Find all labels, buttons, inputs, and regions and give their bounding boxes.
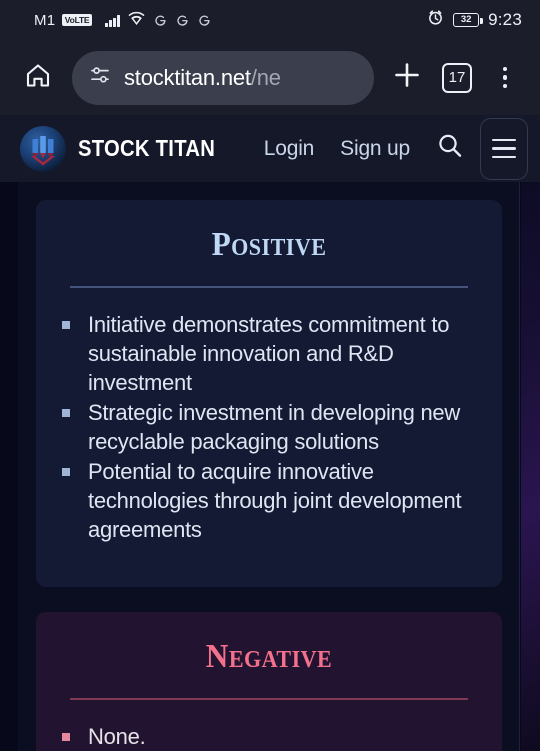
- address-bar[interactable]: stocktitan.net/ne: [72, 50, 374, 105]
- browser-menu-button[interactable]: [484, 54, 526, 102]
- page-edge-gradient: [521, 182, 540, 751]
- system-status-bar: M1 VoLTE 32 9:23: [0, 0, 540, 40]
- signup-link[interactable]: Sign up: [340, 137, 410, 161]
- status-bar-right: 32 9:23: [427, 9, 522, 31]
- brand-name: STOCK TITAN: [78, 135, 216, 161]
- signal-bars-icon: [104, 14, 120, 27]
- plus-icon: [391, 59, 423, 96]
- clock-label: 9:23: [488, 10, 522, 29]
- site-logo[interactable]: STOCK TITAN: [20, 125, 234, 172]
- site-settings-icon[interactable]: [88, 63, 112, 92]
- positive-bullet-list: Initiative demonstrates commitment to su…: [62, 310, 476, 544]
- search-icon: [434, 130, 466, 167]
- browser-toolbar: stocktitan.net/ne 17: [0, 40, 540, 115]
- url-path: /ne: [250, 64, 281, 90]
- url-text: stocktitan.net/ne: [124, 65, 281, 91]
- alarm-clock-icon: [427, 9, 444, 31]
- status-bar-left: M1 VoLTE: [34, 10, 427, 30]
- site-header: STOCK TITAN Login Sign up: [0, 115, 540, 182]
- mobile-browser-screen: M1 VoLTE 32 9:23 stocktitan.net/ne 17 ST…: [0, 0, 540, 751]
- stock-titan-logo-icon: [20, 125, 66, 172]
- g-network-icon: [153, 13, 168, 28]
- carrier-label: M1: [34, 11, 56, 29]
- tab-count-badge: 17: [442, 62, 472, 93]
- battery-indicator: 32: [453, 13, 483, 27]
- site-menu-button[interactable]: [480, 117, 528, 180]
- list-item: Strategic investment in developing new r…: [62, 398, 476, 456]
- hamburger-menu-icon: [492, 138, 516, 159]
- positive-card-divider: [70, 286, 468, 288]
- battery-level-label: 32: [460, 14, 472, 26]
- article-sentiment-section: Positive Initiative demonstrates commitm…: [18, 182, 520, 751]
- url-domain: stocktitan.net: [124, 64, 251, 90]
- tab-switcher-button[interactable]: 17: [434, 54, 480, 102]
- positive-sentiment-card: Positive Initiative demonstrates commitm…: [36, 200, 502, 587]
- positive-card-title: Positive: [211, 226, 327, 263]
- negative-bullet-list: None.: [62, 722, 476, 751]
- negative-sentiment-card: Negative None.: [36, 612, 502, 751]
- new-tab-button[interactable]: [384, 54, 430, 102]
- list-item: Initiative demonstrates commitment to su…: [62, 310, 476, 397]
- three-dots-menu-icon: [502, 66, 508, 89]
- home-icon: [23, 60, 53, 95]
- g-network-icon: [197, 13, 212, 28]
- home-button[interactable]: [14, 54, 62, 102]
- search-button[interactable]: [434, 132, 466, 166]
- header-nav-links: Login Sign up: [264, 137, 410, 161]
- negative-card-title: Negative: [205, 638, 333, 675]
- volte-badge: VoLTE: [62, 14, 92, 26]
- g-network-icon: [175, 13, 190, 28]
- wifi-icon: [127, 10, 146, 30]
- login-link[interactable]: Login: [264, 137, 315, 161]
- negative-card-divider: [70, 698, 468, 700]
- list-item: None.: [62, 722, 476, 751]
- list-item: Potential to acquire innovative technolo…: [62, 457, 476, 544]
